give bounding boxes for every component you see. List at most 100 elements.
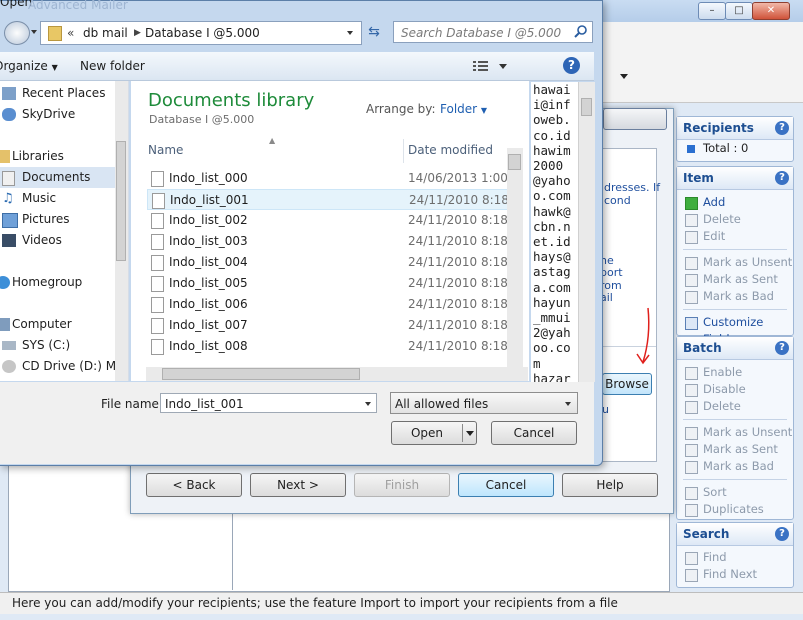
panel-separator xyxy=(683,309,787,310)
open-button-label: Open xyxy=(410,426,444,440)
batch-enable[interactable]: Enable xyxy=(677,364,793,381)
nav-scrollbar[interactable] xyxy=(115,81,128,381)
nav-libraries[interactable]: Libraries xyxy=(0,146,128,167)
item-mark-unsent[interactable]: Mark as Unsent xyxy=(677,254,793,271)
cancel-button[interactable]: Cancel xyxy=(491,421,577,445)
finish-button[interactable]: Finish xyxy=(354,473,450,497)
batch-mark-unsent[interactable]: Mark as Unsent xyxy=(677,424,793,441)
batch-disable[interactable]: Disable xyxy=(677,381,793,398)
horizontal-scrollbar[interactable] xyxy=(146,367,528,381)
item-add[interactable]: Add xyxy=(677,194,793,211)
search-find-next[interactable]: Find Next xyxy=(677,566,793,583)
item-edit[interactable]: Edit xyxy=(677,228,793,245)
nav-label: Recent Places xyxy=(22,86,106,100)
file-list-scrollbar[interactable] xyxy=(507,148,523,378)
file-row[interactable]: Indo_list_004 24/11/2010 8:18 xyxy=(147,252,511,273)
help-icon[interactable]: ? xyxy=(775,171,789,185)
search-icon[interactable] xyxy=(574,24,588,38)
column-name-label: Name xyxy=(148,143,184,157)
column-header-date[interactable]: Date modified xyxy=(404,139,504,163)
search-find[interactable]: Find xyxy=(677,549,793,566)
maximize-button[interactable]: □ xyxy=(725,2,753,20)
wizard-close-button[interactable] xyxy=(603,108,667,130)
file-row[interactable]: Indo_list_000 14/06/2013 1:00 xyxy=(147,168,511,189)
nav-label: SYS (C:) xyxy=(22,338,71,352)
file-row[interactable]: Indo_list_003 24/11/2010 8:18 xyxy=(147,231,511,252)
file-row[interactable]: Indo_list_006 24/11/2010 8:18 xyxy=(147,294,511,315)
list-icon xyxy=(685,461,698,474)
file-row[interactable]: Indo_list_007 24/11/2010 8:18 xyxy=(147,315,511,336)
nav-scroll-thumb[interactable] xyxy=(116,141,126,261)
batch-sort[interactable]: Sort xyxy=(677,484,793,501)
email-preview-scrollbar[interactable] xyxy=(578,82,595,382)
email-scroll-thumb[interactable] xyxy=(581,98,592,116)
arrange-by-dropdown[interactable]: Folder ▼ xyxy=(440,102,487,116)
nav-sys-c[interactable]: SYS (C:) xyxy=(0,335,128,356)
toolbar-dropdown-arrow-icon[interactable] xyxy=(620,74,628,79)
file-row[interactable]: Indo_list_001 24/11/2010 8:18 xyxy=(147,189,511,210)
nav-videos[interactable]: Videos xyxy=(0,230,128,251)
breadcrumb-db-mail[interactable]: db mail xyxy=(83,22,128,44)
file-row[interactable]: Indo_list_008 24/11/2010 8:18 xyxy=(147,336,511,357)
wizard-cancel-button[interactable]: Cancel xyxy=(458,473,554,497)
nav-label: Music xyxy=(22,191,57,205)
nav-computer[interactable]: Computer xyxy=(0,314,128,335)
nav-documents[interactable]: Documents xyxy=(0,167,128,188)
email-line: a.com xyxy=(533,279,571,295)
overflow-chevron-icon[interactable]: « xyxy=(67,22,74,44)
address-bar[interactable]: « db mail ▶ Database I @5.000 xyxy=(40,21,362,45)
nav-skydrive[interactable]: SkyDrive xyxy=(0,104,128,125)
libraries-icon xyxy=(0,150,10,163)
item-mark-bad[interactable]: Mark as Bad xyxy=(677,288,793,305)
new-folder-button[interactable]: New folder xyxy=(80,59,145,73)
file-row[interactable]: Indo_list_005 24/11/2010 8:18 xyxy=(147,273,511,294)
nav-cd-drive[interactable]: CD Drive (D:) Mo xyxy=(0,356,128,377)
item-delete[interactable]: Delete xyxy=(677,211,793,228)
wizard-text-line: cond xyxy=(604,194,631,207)
help-icon[interactable]: ? xyxy=(775,527,789,541)
nav-pictures[interactable]: Pictures xyxy=(0,209,128,230)
help-icon[interactable]: ? xyxy=(775,121,789,135)
view-options-icon[interactable] xyxy=(473,60,489,72)
wizard-label: u xyxy=(602,403,609,416)
help-icon[interactable]: ? xyxy=(563,57,580,74)
close-button[interactable]: ✕ xyxy=(752,2,790,20)
address-dropdown-icon[interactable] xyxy=(347,31,353,35)
email-line: oweb. xyxy=(533,112,571,128)
nav-label: SkyDrive xyxy=(22,107,76,121)
breadcrumb-database[interactable]: Database I @5.000 xyxy=(145,22,260,44)
batch-mark-bad[interactable]: Mark as Bad xyxy=(677,458,793,475)
help-icon[interactable]: ? xyxy=(775,341,789,355)
filename-dropdown-icon[interactable] xyxy=(365,402,371,406)
filename-input[interactable]: Indo_list_001 xyxy=(160,393,377,413)
back-nav-icon[interactable] xyxy=(4,21,30,45)
nav-recent-places[interactable]: Recent Places xyxy=(0,83,128,104)
item-panel: Item ? Add Delete Edit Mark as Unsent Ma… xyxy=(676,166,794,346)
breadcrumb-separator-icon[interactable]: ▶ xyxy=(134,22,141,44)
organize-menu[interactable]: Organize ▼ xyxy=(0,59,58,73)
filetype-select[interactable]: All allowed files xyxy=(390,392,578,414)
recent-locations-icon[interactable] xyxy=(31,30,37,34)
nav-homegroup[interactable]: Homegroup xyxy=(0,272,128,293)
item-customize-fields[interactable]: Customize Fields xyxy=(677,314,793,346)
next-button[interactable]: Next > xyxy=(250,473,346,497)
file-list-scroll-thumb[interactable] xyxy=(508,154,521,170)
file-row[interactable]: Indo_list_002 24/11/2010 8:18 xyxy=(147,210,511,231)
item-mark-sent[interactable]: Mark as Sent xyxy=(677,271,793,288)
help-button[interactable]: Help xyxy=(562,473,658,497)
column-header-name[interactable]: Name xyxy=(147,139,403,163)
open-button[interactable]: Open xyxy=(391,421,477,445)
refresh-icon[interactable]: ⇆ xyxy=(362,21,386,43)
batch-delete[interactable]: Delete xyxy=(677,398,793,415)
recent-places-icon xyxy=(2,87,16,100)
batch-mark-sent[interactable]: Mark as Sent xyxy=(677,441,793,458)
browse-button[interactable]: Browse xyxy=(602,373,652,395)
open-dropdown-icon[interactable] xyxy=(466,431,474,436)
horizontal-scroll-thumb[interactable] xyxy=(162,368,360,380)
view-dropdown-icon[interactable] xyxy=(499,64,507,69)
batch-duplicates[interactable]: Duplicates xyxy=(677,501,793,518)
back-button[interactable]: < Back xyxy=(146,473,242,497)
search-input[interactable]: Search Database I @5.000 xyxy=(393,21,593,43)
minimize-button[interactable]: – xyxy=(698,2,726,20)
nav-music[interactable]: ♫ Music xyxy=(0,188,128,209)
